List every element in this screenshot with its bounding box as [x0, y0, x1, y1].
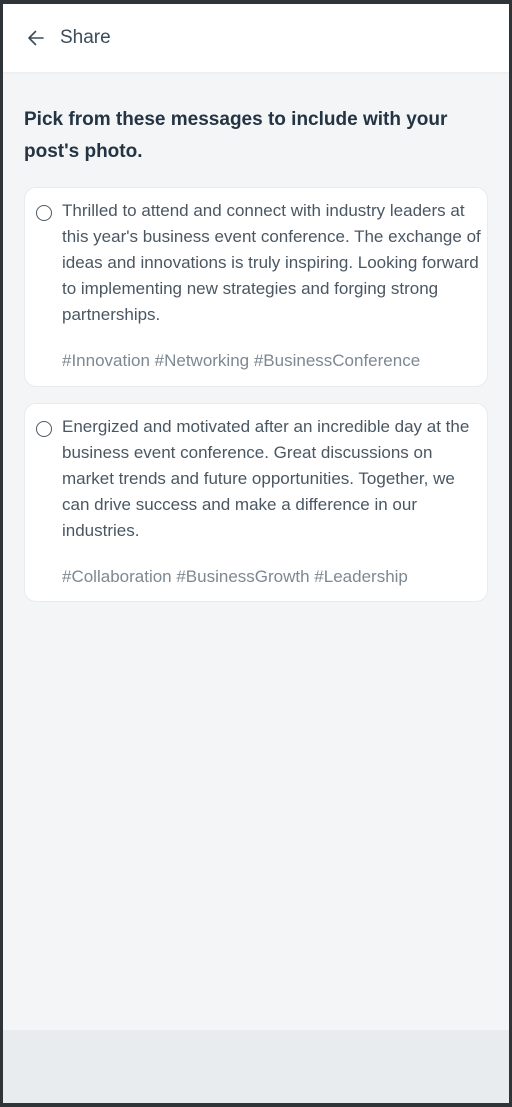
back-button[interactable]: Share — [26, 27, 111, 49]
hashtags-text: #Innovation #Networking #BusinessConfere… — [62, 351, 421, 370]
bottom-bar — [3, 1030, 509, 1103]
message-option-card[interactable]: Thrilled to attend and connect with indu… — [24, 187, 488, 387]
radio-button[interactable] — [36, 421, 52, 437]
top-bar: Share — [3, 4, 509, 72]
message-option-card[interactable]: Energized and motivated after an incredi… — [24, 403, 488, 602]
message-text: Energized and motivated after an incredi… — [62, 417, 470, 540]
hashtags-text: #Collaboration #BusinessGrowth #Leadersh… — [62, 567, 408, 586]
arrow-left-icon — [26, 28, 46, 48]
radio-button[interactable] — [36, 205, 52, 221]
message-text: Thrilled to attend and connect with indu… — [62, 201, 481, 324]
app-frame: Share Pick from these messages to includ… — [3, 4, 509, 1103]
page-title: Share — [60, 27, 111, 48]
instruction-text: Pick from these messages to include with… — [24, 109, 448, 162]
